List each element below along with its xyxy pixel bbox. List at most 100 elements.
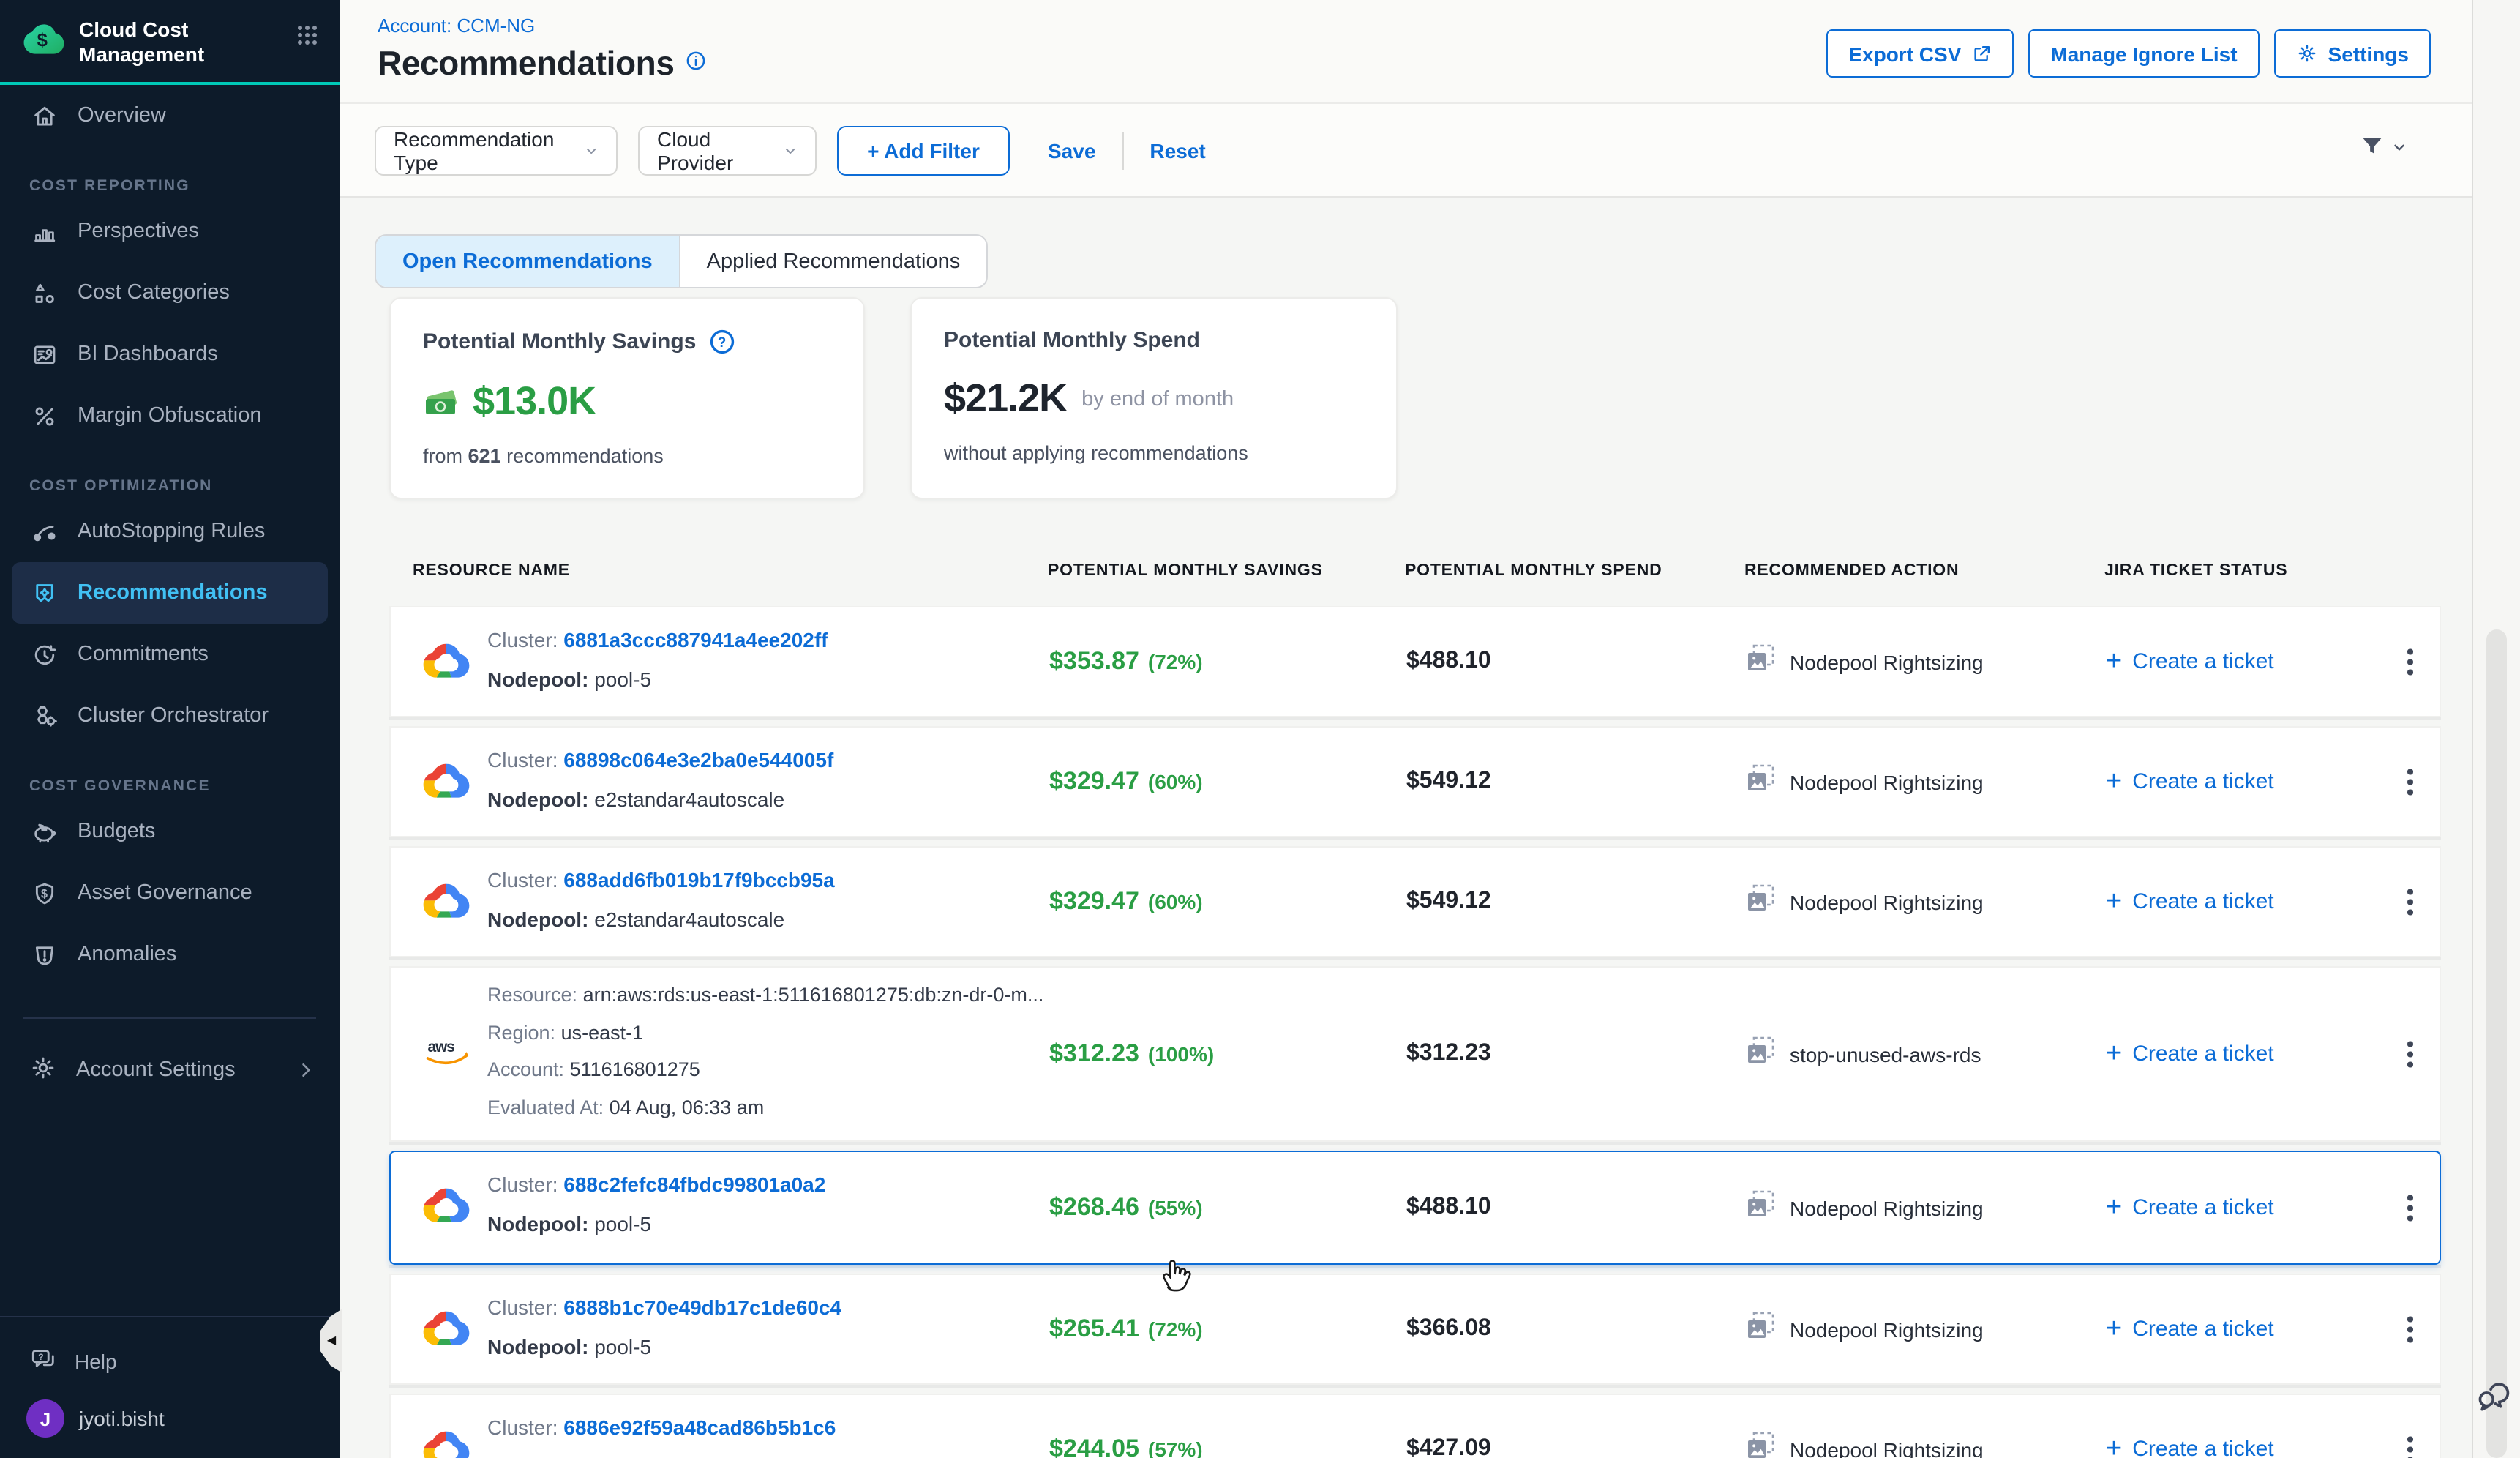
- spend-amount: $549.12: [1406, 769, 1491, 793]
- sidebar-item-perspectives[interactable]: Perspectives: [0, 201, 340, 262]
- spend-qualifier: by end of month: [1081, 387, 1234, 411]
- info-icon[interactable]: [685, 49, 707, 78]
- save-filter-button[interactable]: Save: [1048, 139, 1095, 162]
- export-csv-button[interactable]: Export CSV: [1826, 29, 2014, 78]
- cluster-link[interactable]: 6886e92f59a48cad86b5b1c6: [563, 1416, 836, 1439]
- spend-amount: $427.09: [1406, 1436, 1491, 1458]
- cluster-link[interactable]: 688add6fb019b17f9bccb95a: [563, 868, 834, 891]
- plus-icon: +: [2106, 1435, 2122, 1458]
- create-ticket-button[interactable]: +Create a ticket: [2106, 1315, 2274, 1343]
- sidebar: $ Cloud Cost Management OverviewCOST REP…: [0, 0, 340, 1458]
- table-row[interactable]: Cluster: 6886e92f59a48cad86b5b1c6$244.05…: [389, 1394, 2441, 1458]
- resource-value: us-east-1: [561, 1021, 644, 1043]
- sidebar-section-label: COST OPTIMIZATION: [0, 471, 340, 501]
- row-menu-button[interactable]: [2401, 1036, 2418, 1073]
- savings-percent: (57%): [1148, 1438, 1203, 1458]
- create-ticket-button[interactable]: +Create a ticket: [2106, 1040, 2274, 1068]
- app-title: Cloud Cost Management: [79, 18, 296, 67]
- external-link-icon: [1971, 43, 1992, 64]
- row-separator: [389, 1385, 2441, 1394]
- action-label: Nodepool Rightsizing: [1790, 770, 1984, 793]
- sidebar-item-commitments[interactable]: Commitments: [0, 624, 340, 685]
- row-menu-button[interactable]: [2401, 763, 2418, 801]
- create-ticket-button[interactable]: +Create a ticket: [2106, 648, 2274, 676]
- resource-label: Cluster:: [487, 1416, 563, 1439]
- create-ticket-button[interactable]: +Create a ticket: [2106, 888, 2274, 916]
- savings-percent: (60%): [1148, 890, 1203, 913]
- table-row[interactable]: Cluster: 688c2fefc84fbdc99801a0a2Nodepoo…: [389, 1151, 2441, 1265]
- chevron-down-icon: [783, 142, 798, 160]
- sidebar-item-asset-governance[interactable]: $Asset Governance: [0, 862, 340, 924]
- rightsize-action-icon: [1746, 1189, 1775, 1226]
- action-label: Nodepool Rightsizing: [1790, 650, 1984, 673]
- shapes-icon: [29, 278, 59, 307]
- monthly-spend-cell: $488.10: [1406, 648, 1491, 675]
- export-csv-label: Export CSV: [1848, 42, 1961, 65]
- resource-line: Region: us-east-1: [487, 1021, 1043, 1058]
- chevron-down-icon: [584, 142, 599, 160]
- sidebar-item-budgets[interactable]: Budgets: [0, 801, 340, 862]
- cluster-link[interactable]: 68898c064e3e2ba0e544005f: [563, 748, 833, 771]
- question-help-icon[interactable]: ?: [708, 328, 735, 356]
- table-row[interactable]: Cluster: 6881a3ccc887941a4ee202ffNodepoo…: [389, 606, 2441, 717]
- row-menu-button[interactable]: [2401, 1431, 2418, 1458]
- cluster-link[interactable]: 688c2fefc84fbdc99801a0a2: [563, 1173, 825, 1196]
- cluster-link[interactable]: 6888b1c70e49db17c1de60c4: [563, 1296, 841, 1319]
- percent-icon: [29, 401, 59, 430]
- table-row[interactable]: Cluster: 688add6fb019b17f9bccb95aNodepoo…: [389, 846, 2441, 957]
- tab-open-recommendations[interactable]: Open Recommendations: [376, 236, 680, 287]
- row-menu-button[interactable]: [2401, 1311, 2418, 1348]
- sidebar-item-overview[interactable]: Overview: [0, 85, 340, 146]
- sidebar-item-cluster-orchestrator[interactable]: Cluster Orchestrator: [0, 685, 340, 747]
- rightsize-action-icon: [1746, 1431, 1775, 1458]
- cloud-provider-dropdown[interactable]: Cloud Provider: [638, 126, 817, 176]
- savings-value: $13.0K: [473, 379, 596, 425]
- sidebar-item-recommendations[interactable]: Recommendations: [12, 562, 328, 624]
- row-menu-button[interactable]: [2401, 883, 2418, 921]
- savings-percent: (60%): [1148, 770, 1203, 793]
- savings-percent: (55%): [1148, 1196, 1203, 1219]
- support-chat-icon[interactable]: [2473, 1376, 2513, 1423]
- sidebar-item-cost-categories[interactable]: Cost Categories: [0, 262, 340, 324]
- breadcrumb-account-link[interactable]: Account: CCM-NG: [378, 15, 535, 37]
- bar-chart-icon: [29, 217, 59, 246]
- tab-applied-recommendations[interactable]: Applied Recommendations: [680, 236, 987, 287]
- recommendations-icon: [29, 578, 59, 608]
- table-row[interactable]: Cluster: 6888b1c70e49db17c1de60c4Nodepoo…: [389, 1274, 2441, 1385]
- sidebar-item-bi-dashboards[interactable]: BI Dashboards: [0, 324, 340, 385]
- scrollbar-thumb[interactable]: [2486, 629, 2507, 1458]
- create-ticket-button[interactable]: +Create a ticket: [2106, 1194, 2274, 1222]
- create-ticket-button[interactable]: +Create a ticket: [2106, 768, 2274, 796]
- sidebar-item-label: Anomalies: [78, 943, 176, 966]
- sidebar-item-autostopping-rules[interactable]: AutoStopping Rules: [0, 501, 340, 562]
- table-row[interactable]: Cluster: 68898c064e3e2ba0e544005fNodepoo…: [389, 726, 2441, 837]
- action-label: Nodepool Rightsizing: [1790, 890, 1984, 913]
- vertical-scrollbar[interactable]: [2472, 0, 2520, 1458]
- user-menu[interactable]: J jyoti.bisht: [0, 1391, 340, 1458]
- table-row[interactable]: awsResource: arn:aws:rds:us-east-1:51161…: [389, 966, 2441, 1142]
- create-ticket-button[interactable]: +Create a ticket: [2106, 1435, 2274, 1458]
- recommended-action-cell: Nodepool Rightsizing: [1746, 1189, 1984, 1226]
- sidebar-item-account-settings[interactable]: Account Settings: [0, 1039, 340, 1101]
- manage-ignore-list-button[interactable]: Manage Ignore List: [2028, 29, 2259, 78]
- chevron-right-icon: [296, 1060, 316, 1080]
- sidebar-item-margin-obfuscation[interactable]: Margin Obfuscation: [0, 385, 340, 446]
- app-switcher-grid-icon[interactable]: [296, 23, 319, 54]
- row-menu-button[interactable]: [2401, 1189, 2418, 1227]
- filter-panel-toggle[interactable]: [2359, 133, 2407, 160]
- sidebar-item-help[interactable]: ? Help: [0, 1332, 340, 1391]
- savings-amount: $268.46: [1049, 1193, 1139, 1221]
- recommendations-count: 621: [468, 445, 501, 467]
- kebab-icon: [2401, 1311, 2418, 1348]
- create-ticket-label: Create a ticket: [2132, 889, 2273, 914]
- cluster-link[interactable]: 6881a3ccc887941a4ee202ff: [563, 628, 828, 651]
- sidebar-item-anomalies[interactable]: Anomalies: [0, 924, 340, 985]
- reset-filter-button[interactable]: Reset: [1150, 139, 1205, 162]
- resource-line: Account: 511616801275: [487, 1058, 1043, 1096]
- bi-dashboards-icon: [29, 340, 59, 369]
- settings-button[interactable]: Settings: [2274, 29, 2431, 78]
- add-filter-button[interactable]: + Add Filter: [837, 126, 1010, 176]
- sidebar-footer: ? Help J jyoti.bisht: [0, 1316, 340, 1458]
- recommendation-type-dropdown[interactable]: Recommendation Type: [375, 126, 618, 176]
- row-menu-button[interactable]: [2401, 643, 2418, 681]
